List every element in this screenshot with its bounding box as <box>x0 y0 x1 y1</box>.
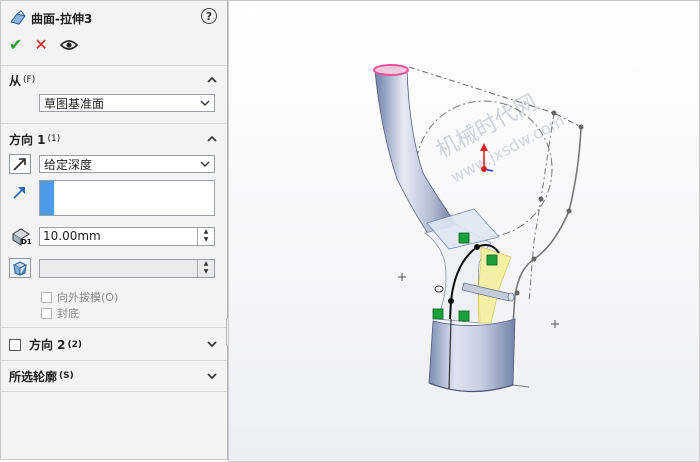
from-combo[interactable]: 草图基准面 <box>39 94 215 112</box>
direction-vector-icon <box>13 187 25 199</box>
direction1-header[interactable]: 方向 1 (1) <box>9 131 60 147</box>
cap-end-checkbox[interactable]: 封底 <box>41 305 79 321</box>
draft-toggle-button[interactable] <box>9 258 31 278</box>
chevron-down-icon[interactable] <box>207 371 217 381</box>
help-button[interactable]: ? <box>201 8 217 24</box>
watermark: 机械时代网 www.jxsdw.com <box>432 90 567 187</box>
app: 曲面-拉伸3 ? ✔ ✕ 从 (F) 草图基准面 方向 1 (1) 给定深度 D… <box>0 0 700 462</box>
chevron-down-icon <box>200 161 210 167</box>
direction2-section: 方向 2 (2) <box>1 327 227 360</box>
reverse-direction-button[interactable] <box>9 154 31 174</box>
end-condition-combo[interactable]: 给定深度 <box>39 155 215 173</box>
preview-eye-icon[interactable] <box>59 39 78 51</box>
draft-angle-input[interactable]: ▲ ▼ <box>39 259 215 278</box>
from-header[interactable]: 从 (F) <box>9 72 35 88</box>
selected-contours-header[interactable]: 所选轮廓 (S) <box>9 368 74 384</box>
depth-icon: D1 <box>12 228 32 246</box>
chevron-down-icon[interactable] <box>207 339 217 349</box>
model-view[interactable]: 机械时代网 www.jxsdw.com <box>229 1 700 462</box>
lower-cup <box>428 318 516 392</box>
chevron-down-icon <box>200 100 210 106</box>
svg-text:D1: D1 <box>21 238 32 246</box>
property-manager: 曲面-拉伸3 ? ✔ ✕ 从 (F) 草图基准面 方向 1 (1) 给定深度 D… <box>0 0 228 460</box>
draft-icon <box>12 261 28 276</box>
reverse-direction-icon <box>13 158 26 171</box>
feature-header: 曲面-拉伸3 <box>9 9 92 27</box>
cancel-button[interactable]: ✕ <box>34 35 47 54</box>
ok-button[interactable]: ✔ <box>9 35 22 54</box>
graphics-viewport[interactable]: 机械时代网 www.jxsdw.com <box>228 0 700 462</box>
from-section: 从 (F) 草图基准面 <box>1 65 227 122</box>
collapse-up-icon[interactable] <box>207 134 217 144</box>
depth-spinner[interactable]: ▲ ▼ <box>197 228 214 245</box>
feature-title: 曲面-拉伸3 <box>31 11 93 26</box>
selection-highlight <box>40 181 54 215</box>
draft-spinner[interactable]: ▲ ▼ <box>197 260 214 277</box>
selected-contours-section: 所选轮廓 (S) <box>1 360 227 392</box>
direction-selection-box[interactable] <box>39 180 215 216</box>
depth-input[interactable]: 10.00mm ▲ ▼ <box>39 227 215 246</box>
draft-outward-checkbox[interactable]: 向外拔模(O) <box>41 289 118 305</box>
direction1-section: 方向 1 (1) 给定深度 D1 10.00mm ▲ ▼ ▲ ▼ 向外拔模(O)… <box>1 123 227 326</box>
direction2-checkbox[interactable]: 方向 2 (2) <box>9 336 82 353</box>
tube-top-edge <box>373 64 409 76</box>
action-bar: ✔ ✕ <box>9 35 78 54</box>
collapse-up-icon[interactable] <box>207 75 217 85</box>
extrude-surface-icon <box>10 10 26 25</box>
